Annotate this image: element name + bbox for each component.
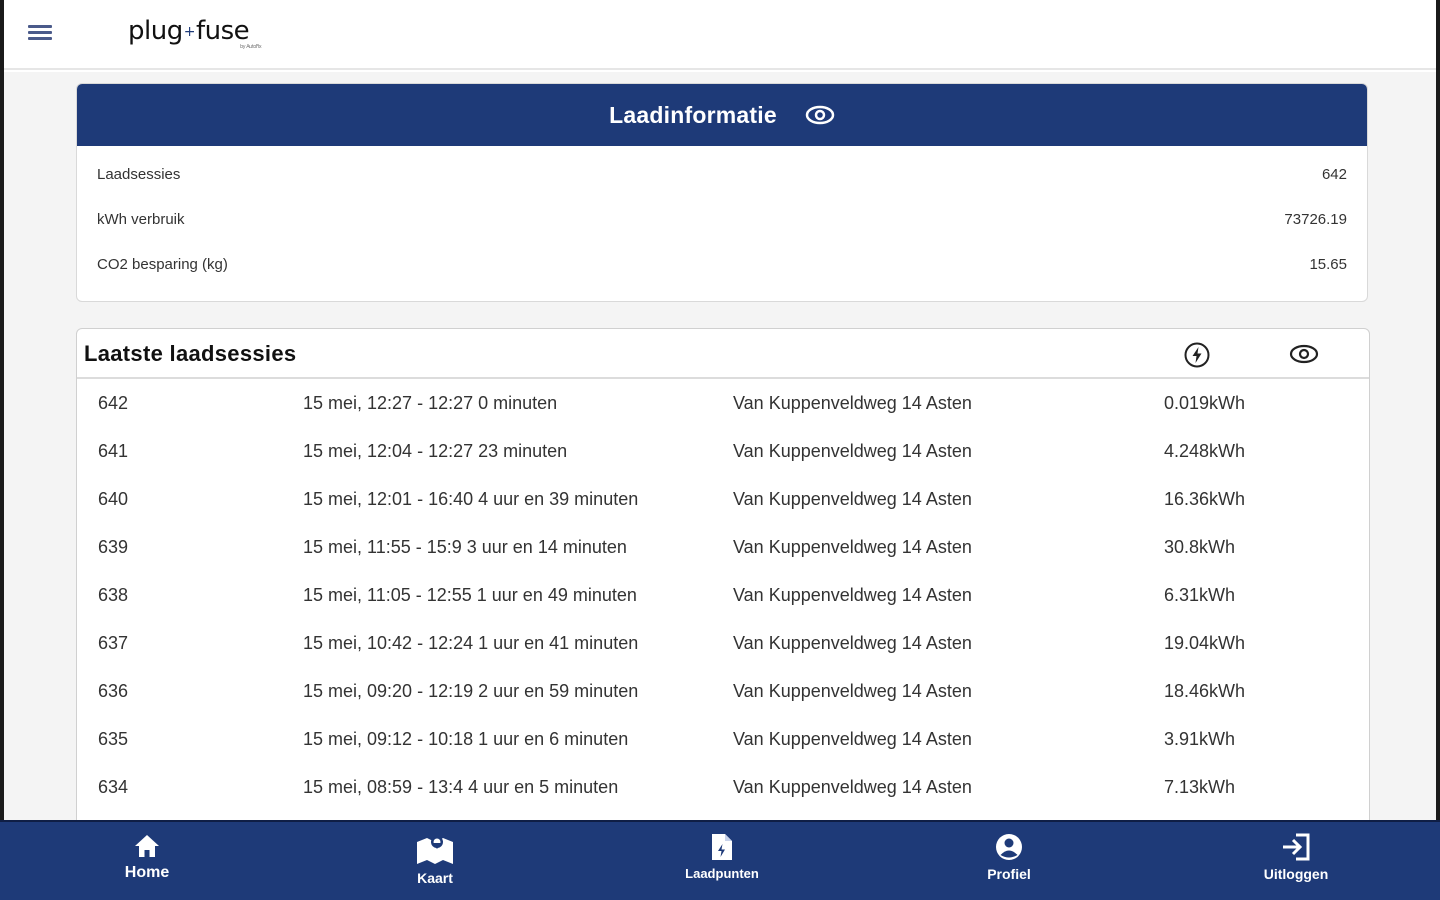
session-row[interactable]: 639 15 mei, 11:55 - 15:9 3 uur en 14 min… [77,523,1369,571]
info-label: CO2 besparing (kg) [97,256,228,273]
top-bar: plug+fuse by AutoFix [4,0,1436,70]
nav-profile[interactable]: Profiel [934,822,1084,900]
session-address: Van Kuppenveldweg 14 Asten [733,777,972,797]
recent-sessions-card: Laatste laadsessies 642 15 mei, 12:27 - … [76,328,1370,828]
session-address: Van Kuppenveldweg 14 Asten [733,393,972,413]
info-value: 642 [1321,166,1347,183]
bottom-navigation: Home Kaart Laadpunten Profiel Uitloggen [0,820,1440,900]
info-value: 15.65 [1309,256,1347,273]
logo-text-left: plug [128,16,183,46]
logo-plus-icon: + [183,23,196,40]
nav-map[interactable]: Kaart [360,822,510,900]
session-id: 642 [98,393,129,413]
session-time: 15 mei, 12:27 - 12:27 0 minuten [303,393,558,413]
session-row[interactable]: 640 15 mei, 12:01 - 16:40 4 uur en 39 mi… [77,475,1369,523]
info-row-co2: CO2 besparing (kg) 15.65 [97,256,1347,301]
session-id: 640 [98,489,129,509]
nav-label: Home [124,864,170,881]
charging-info-title: Laadinformatie [609,101,777,128]
session-time: 15 mei, 10:42 - 12:24 1 uur en 41 minute… [303,633,639,653]
nav-logout[interactable]: Uitloggen [1221,822,1371,900]
session-time: 15 mei, 12:04 - 12:27 23 minuten [303,441,568,461]
logout-icon [1283,833,1310,861]
eye-icon[interactable] [1289,343,1319,365]
session-address: Van Kuppenveldweg 14 Asten [733,585,972,605]
info-label: Laadsessies [97,166,181,183]
session-row[interactable]: 641 15 mei, 12:04 - 12:27 23 minuten Van… [77,427,1369,475]
hamburger-menu-icon[interactable] [28,22,58,48]
window-frame-right [1436,0,1440,900]
session-address: Van Kuppenveldweg 14 Asten [733,633,972,653]
session-row[interactable]: 634 15 mei, 08:59 - 13:4 4 uur en 5 minu… [77,763,1369,811]
nav-label: Kaart [417,870,453,886]
session-id: 641 [98,441,129,461]
session-address: Van Kuppenveldweg 14 Asten [733,537,972,557]
session-id: 636 [98,681,129,701]
session-time: 15 mei, 11:05 - 12:55 1 uur en 49 minute… [303,585,637,605]
session-kwh: 30.8kWh [1164,537,1236,557]
logo-tagline: by AutoFix [240,44,262,50]
recent-sessions-title: Laatste laadsessies [84,341,297,366]
charging-info-header: Laadinformatie [77,84,1367,146]
session-id: 634 [98,777,129,797]
session-address: Van Kuppenveldweg 14 Asten [733,729,972,749]
session-time: 15 mei, 09:12 - 10:18 1 uur en 6 minuten [303,729,629,749]
session-kwh: 7.13kWh [1164,777,1236,797]
session-time: 15 mei, 11:55 - 15:9 3 uur en 14 minuten [303,537,627,557]
lightning-bolt-icon[interactable] [1183,341,1211,369]
session-kwh: 4.248kWh [1164,441,1246,461]
info-row-sessions: Laadsessies 642 [97,166,1347,211]
session-id: 637 [98,633,129,653]
profile-icon [996,834,1022,860]
session-address: Van Kuppenveldweg 14 Asten [733,489,972,509]
session-time: 15 mei, 08:59 - 13:4 4 uur en 5 minuten [303,777,619,797]
info-label: kWh verbruik [97,211,185,228]
session-address: Van Kuppenveldweg 14 Asten [733,441,972,461]
recent-sessions-header: Laatste laadsessies [77,329,1369,379]
charging-info-list: Laadsessies 642 kWh verbruik 73726.19 CO… [77,146,1367,301]
info-value: 73726.19 [1284,211,1347,228]
info-row-kwh: kWh verbruik 73726.19 [97,211,1347,256]
session-kwh: 19.04kWh [1164,633,1246,653]
map-icon [417,836,453,864]
session-id: 635 [98,729,129,749]
nav-label: Laadpunten [685,866,759,881]
session-id: 638 [98,585,129,605]
session-time: 15 mei, 09:20 - 12:19 2 uur en 59 minute… [303,681,639,701]
session-time: 15 mei, 12:01 - 16:40 4 uur en 39 minute… [303,489,639,509]
document-icon [712,834,732,860]
session-address: Van Kuppenveldweg 14 Asten [733,681,972,701]
eye-icon[interactable] [805,104,835,126]
session-row[interactable]: 636 15 mei, 09:20 - 12:19 2 uur en 59 mi… [77,667,1369,715]
nav-charge-points[interactable]: Laadpunten [647,822,797,900]
home-icon [135,835,159,857]
main-content: Laadinformatie Laadsessies 642 kWh verbr… [4,72,1436,828]
logo-text-right: fuse [195,16,250,46]
session-row[interactable]: 635 15 mei, 09:12 - 10:18 1 uur en 6 min… [77,715,1369,763]
session-row[interactable]: 637 15 mei, 10:42 - 12:24 1 uur en 41 mi… [77,619,1369,667]
session-id: 639 [98,537,129,557]
session-row[interactable]: 642 15 mei, 12:27 - 12:27 0 minuten Van … [77,379,1369,427]
nav-home[interactable]: Home [72,822,222,900]
nav-label: Uitloggen [1263,866,1329,882]
app-logo: plug+fuse by AutoFix [128,16,262,56]
session-kwh: 6.31kWh [1164,585,1236,605]
charging-info-card: Laadinformatie Laadsessies 642 kWh verbr… [76,83,1368,302]
session-row[interactable]: 638 15 mei, 11:05 - 12:55 1 uur en 49 mi… [77,571,1369,619]
session-kwh: 0.019kWh [1164,393,1246,413]
session-kwh: 16.36kWh [1164,489,1246,509]
session-kwh: 18.46kWh [1164,681,1246,701]
session-kwh: 3.91kWh [1164,729,1236,749]
nav-label: Profiel [987,866,1031,882]
